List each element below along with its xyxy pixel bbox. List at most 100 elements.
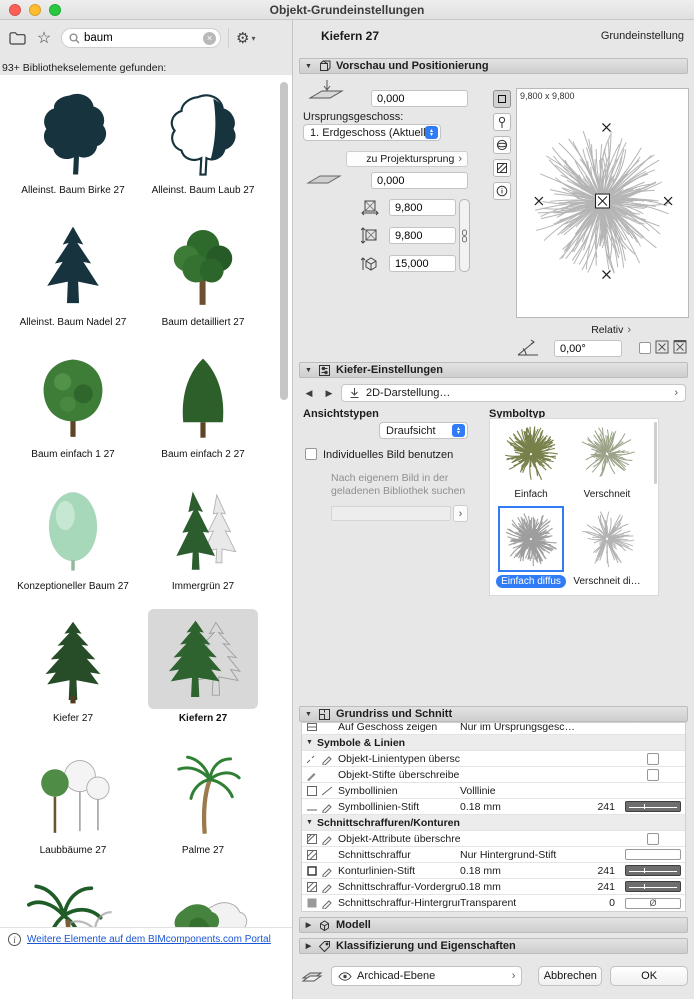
list-item-selected[interactable]: Kiefern 27 — [138, 605, 268, 737]
to-project-origin-button[interactable]: zu Projektursprung › — [346, 151, 468, 167]
row-value[interactable]: 0.18 mm — [460, 865, 579, 877]
list-item[interactable]: Baum detailliert 27 — [138, 209, 268, 341]
group-label: Symbole & Linien — [317, 736, 406, 749]
favorites-star-icon[interactable]: ☆ — [34, 28, 54, 48]
library-settings-button[interactable]: ⚙ ▾ — [236, 31, 255, 46]
table-row[interactable]: Objekt-Linientypen übersc… — [302, 751, 685, 767]
info-icon: i — [8, 933, 21, 946]
dimension-depth-icon — [361, 227, 379, 244]
table-row[interactable]: Symbollinien Volllinie — [302, 783, 685, 799]
row-value[interactable]: Nur im Ursprungsgesc… — [460, 723, 579, 733]
row-value[interactable]: Transparent — [460, 897, 579, 909]
section-header-plan[interactable]: ▼ Grundriss und Schnitt — [299, 706, 688, 722]
table-row[interactable]: Schnittschraffur-Vordergru… 0.18 mm 241 — [302, 879, 685, 895]
symbol-panel-scrollbar[interactable] — [654, 422, 657, 484]
table-row[interactable]: Objekt-Attribute überschrei… — [302, 831, 685, 847]
list-item[interactable]: Palme 27 — [138, 737, 268, 869]
library-scrollbar[interactable] — [280, 82, 288, 400]
override-attributes-checkbox[interactable] — [647, 832, 659, 845]
list-item[interactable]: Alleinst. Baum Birke 27 — [8, 77, 138, 209]
preview-info-button[interactable] — [493, 182, 511, 200]
list-item[interactable]: Baum einfach 1 27 — [8, 341, 138, 473]
symbol-einfach-diffus-icon — [505, 513, 557, 567]
dim-height-field[interactable] — [389, 255, 456, 272]
zoom-window-button[interactable] — [49, 4, 61, 16]
pen-color-preview[interactable] — [625, 865, 681, 876]
thumb-kiefern-icon — [168, 620, 241, 698]
dim-width-field[interactable] — [389, 199, 456, 216]
symbol-einfach[interactable] — [498, 421, 564, 487]
search-input[interactable] — [84, 32, 199, 44]
list-item[interactable]: Kiefer 27 — [8, 605, 138, 737]
dim-depth-field[interactable] — [389, 227, 456, 244]
table-row[interactable]: Schnittschraffur-Hintergrun… Transparent… — [302, 895, 685, 911]
symbol-verschneit[interactable] — [574, 421, 640, 487]
preview-elevation-button[interactable] — [493, 113, 511, 131]
table-row[interactable]: Objekt-Stifte überschreiben — [302, 767, 685, 783]
list-item[interactable]: Immergrün 27 — [138, 473, 268, 605]
collapse-triangle-icon: ▶ — [305, 943, 312, 950]
proportional-link-toggle[interactable] — [459, 199, 470, 272]
list-item[interactable]: Alleinst. Baum Nadel 27 — [8, 209, 138, 341]
table-row[interactable]: Schnittschraffur Nur Hintergrund-Stift — [302, 847, 685, 863]
fill-preview[interactable] — [625, 849, 681, 860]
view-type-select[interactable]: Draufsicht ▴ ▾ — [379, 422, 468, 439]
clear-search-icon[interactable]: × — [203, 31, 216, 45]
transparent-preview[interactable]: Ø — [625, 897, 681, 909]
list-item[interactable] — [138, 869, 268, 927]
row-value[interactable]: 0.18 mm — [460, 801, 579, 813]
previous-page-button[interactable]: ◀ — [301, 385, 317, 401]
mirror-checkbox[interactable] — [639, 342, 651, 354]
custom-image-checkbox[interactable] — [305, 448, 317, 460]
table-row[interactable]: Konturlinien-Stift 0.18 mm 241 — [302, 863, 685, 879]
table-group-row[interactable]: ▼ Schnittschraffuren/Konturen — [302, 815, 685, 831]
list-item[interactable]: Konzeptioneller Baum 27 — [8, 473, 138, 605]
preview-3d-button[interactable] — [493, 136, 511, 154]
table-row[interactable]: Auf Geschoss zeigen Nur im Ursprungsgesc… — [302, 723, 685, 735]
list-item[interactable] — [8, 869, 138, 927]
rotation-angle-field[interactable] — [554, 340, 622, 357]
bimcomponents-link[interactable]: Weitere Elemente auf dem BIMcomponents.c… — [27, 934, 271, 945]
row-value[interactable]: 0.18 mm — [460, 881, 579, 893]
preview-section-button[interactable] — [493, 159, 511, 177]
section-header-classification[interactable]: ▶ Klassifizierung und Eigenschaften — [299, 938, 688, 954]
ok-button[interactable]: OK — [610, 966, 688, 986]
layer-select[interactable]: Archicad-Ebene › — [331, 966, 523, 986]
table-group-row[interactable]: ▼ Symbole & Linien — [302, 735, 685, 751]
override-pens-checkbox[interactable] — [647, 768, 659, 781]
offset-field[interactable] — [371, 172, 468, 189]
symbol-einfach-diffus-selected[interactable] — [498, 506, 564, 572]
flip-x-icon[interactable] — [655, 340, 669, 354]
settings-page-select[interactable]: 2D-Darstellung… › — [341, 384, 686, 402]
section-header-model[interactable]: ▶ Modell — [299, 917, 688, 933]
list-item[interactable]: Laubbäume 27 — [8, 737, 138, 869]
row-value[interactable]: Nur Hintergrund-Stift — [460, 849, 579, 861]
row-value[interactable]: Volllinie — [460, 785, 579, 797]
elevation-field[interactable] — [371, 90, 468, 107]
cancel-button[interactable]: Abbrechen — [538, 966, 603, 986]
chevron-right-icon: › — [674, 387, 678, 399]
pen-color-preview[interactable] — [625, 801, 681, 812]
list-item[interactable]: Baum einfach 2 27 — [138, 341, 268, 473]
pen-icon — [322, 883, 332, 893]
override-linetypes-checkbox[interactable] — [647, 752, 659, 765]
folder-icon[interactable] — [7, 28, 27, 48]
object-preview[interactable]: 9,800 x 9,800 — [516, 88, 689, 318]
minimize-window-button[interactable] — [29, 4, 41, 16]
library-search-field[interactable]: × — [61, 28, 221, 48]
pen-color-preview[interactable] — [625, 881, 681, 892]
home-story-select[interactable]: 1. Erdgeschoss (Aktuell) ▴ ▾ — [303, 124, 441, 141]
section-header-object-settings[interactable]: ▼ Kiefer-Einstellungen — [299, 362, 688, 378]
browse-image-button[interactable]: › — [453, 505, 468, 522]
list-item[interactable]: Alleinst. Baum Laub 27 — [138, 77, 268, 209]
section-header-preview[interactable]: ▼ Vorschau und Positionierung — [299, 58, 688, 74]
pen-icon — [322, 867, 332, 877]
relative-anchor-button[interactable]: Relativ › — [569, 324, 631, 336]
table-row[interactable]: Symbollinien-Stift 0.18 mm 241 — [302, 799, 685, 815]
rotation-angle-icon — [516, 338, 542, 358]
close-window-button[interactable] — [9, 4, 21, 16]
preview-plan-view-button[interactable] — [493, 90, 511, 108]
flip-y-icon[interactable] — [673, 340, 687, 354]
symbol-verschneit-diffus[interactable] — [574, 506, 640, 572]
next-page-button[interactable]: ▶ — [321, 385, 337, 401]
